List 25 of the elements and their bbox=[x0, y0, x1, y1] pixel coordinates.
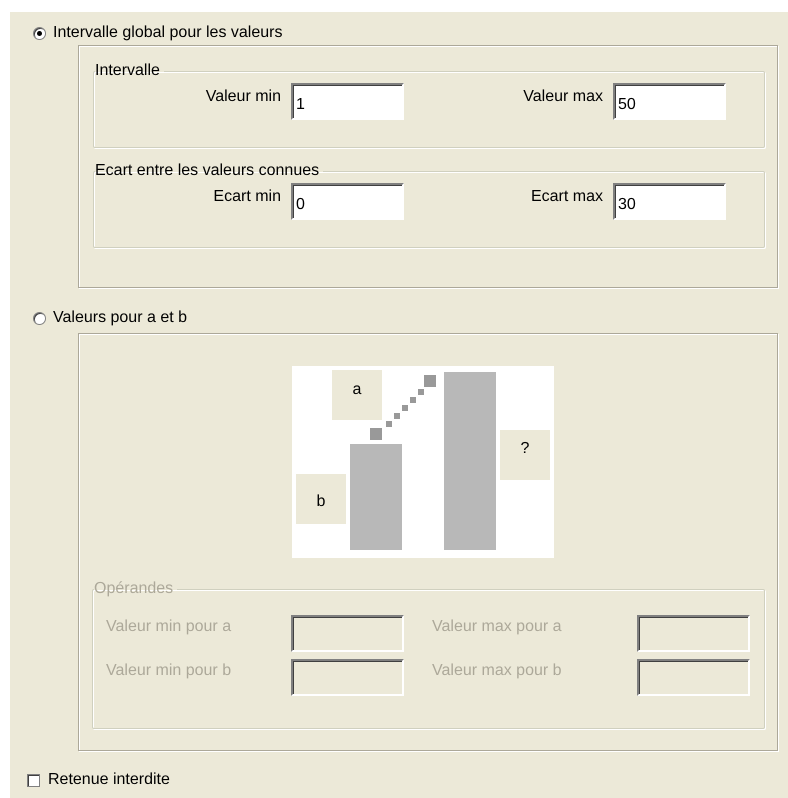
label-box: b bbox=[296, 474, 346, 524]
option-label: Intervalle global pour les valeurs bbox=[53, 23, 282, 43]
field-label: Ecart max bbox=[530, 187, 603, 207]
field-label: Valeur max pour a bbox=[432, 617, 563, 637]
group-title: Ecart entre les valeurs connues bbox=[95, 162, 320, 180]
checkbox-label: Retenue interdite bbox=[48, 770, 170, 790]
dotted-line bbox=[370, 375, 436, 440]
text-field[interactable]: 30 bbox=[613, 183, 726, 220]
group-title: Opérandes bbox=[94, 580, 174, 598]
field-label: Valeur min pour b bbox=[106, 661, 232, 681]
group-title: Intervalle bbox=[95, 62, 161, 80]
text-field[interactable]: 1 bbox=[291, 83, 404, 120]
radio-button[interactable] bbox=[33, 312, 46, 324]
checkbox[interactable] bbox=[27, 774, 40, 786]
option-label: Valeurs pour a et b bbox=[53, 308, 188, 328]
text-field[interactable]: 50 bbox=[613, 83, 726, 120]
label-box: ? bbox=[500, 430, 550, 480]
text-field[interactable]: 0 bbox=[291, 183, 404, 220]
radio-button[interactable] bbox=[33, 26, 46, 40]
field-label: Valeur max pour b bbox=[432, 661, 563, 681]
label-box: a bbox=[332, 370, 382, 420]
field-label: Ecart min bbox=[212, 187, 281, 207]
field-label: Valeur min bbox=[204, 87, 281, 107]
field-label: Valeur max bbox=[522, 87, 603, 107]
field-label: Valeur min pour a bbox=[106, 617, 232, 637]
